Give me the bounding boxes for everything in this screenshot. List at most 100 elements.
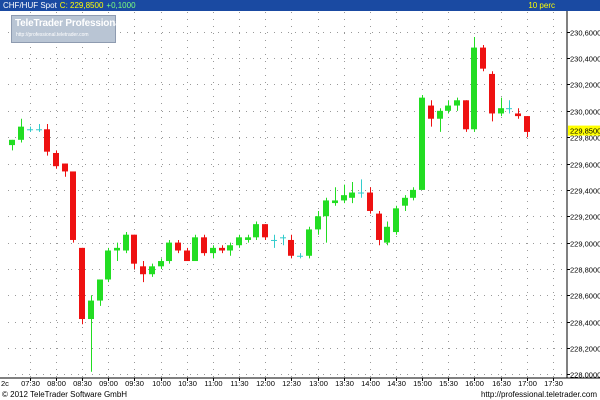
candle-body xyxy=(227,245,233,251)
y-tick-label: 228,8000 xyxy=(570,266,600,275)
x-tick-label: 14:30 xyxy=(387,379,406,388)
candle-body xyxy=(393,208,399,233)
candle-body xyxy=(105,250,111,280)
x-tick-label: 09:00 xyxy=(99,379,118,388)
x-tick-label: 16:30 xyxy=(492,379,511,388)
y-tick-label: 229,4000 xyxy=(570,187,600,196)
y-tick-label: 229,2000 xyxy=(570,213,600,222)
candle-body xyxy=(9,139,15,146)
x-tick-label: 13:00 xyxy=(309,379,328,388)
candle-body xyxy=(36,129,42,131)
y-tick-label: 228,6000 xyxy=(570,292,600,301)
candle-body xyxy=(428,105,434,119)
candle-body xyxy=(454,100,460,106)
candle-body xyxy=(288,239,294,256)
candle-layer xyxy=(9,37,530,372)
x-tick-label: 10:00 xyxy=(152,379,171,388)
candle-body xyxy=(79,247,85,320)
x-tick-label: 14:00 xyxy=(361,379,380,388)
candle-body xyxy=(402,197,408,206)
x-tick-label: 11:30 xyxy=(230,379,248,388)
candle-body xyxy=(114,247,120,251)
x-tick-label: 07:30 xyxy=(21,379,40,388)
x-tick-label: 08:30 xyxy=(73,379,92,388)
footer-url: http://professional.teletrader.com xyxy=(480,390,597,399)
candle-body xyxy=(445,105,451,111)
label-layer: 228,0000 228,2000 228,4000 228,6000 228,8000… xyxy=(1,29,600,388)
y-tick-label: 228,4000 xyxy=(570,319,600,328)
x-tick-label: 11:00 xyxy=(204,379,222,388)
candle-body xyxy=(140,266,146,275)
x-tick-label: 17:00 xyxy=(518,379,537,388)
teletrader-logo-watermark: TeleTrader Professional http://professio… xyxy=(11,15,123,43)
x-tick-label: 10:30 xyxy=(178,379,197,388)
candle-body xyxy=(192,237,198,262)
candle-body xyxy=(18,126,24,140)
candle-body xyxy=(175,242,181,251)
candle-body xyxy=(489,73,495,114)
copyright-text: © 2012 TeleTrader Software GmbH xyxy=(2,390,128,399)
candle-body xyxy=(70,171,76,240)
candle-body xyxy=(384,226,390,243)
y-tick-label: 230,4000 xyxy=(570,55,600,64)
y-tick-label: 230,2000 xyxy=(570,81,600,90)
candle-body xyxy=(149,266,155,275)
x-tick-label: 08:00 xyxy=(47,379,66,388)
chart-window: CHF/HUF Spot C: 229,8500 +0,1000 10 perc 2… xyxy=(0,0,600,400)
candle-body xyxy=(515,113,521,117)
x-tick-label: 15:30 xyxy=(439,379,458,388)
candle-body xyxy=(262,224,268,238)
y-tick-label: 229,0000 xyxy=(570,240,600,249)
last-price-label: 229,8500 xyxy=(570,127,600,136)
candle-body xyxy=(245,237,251,240)
x-tick-label: 17:30 xyxy=(544,379,563,388)
x-tick-label: 13:30 xyxy=(335,379,354,388)
candle-body xyxy=(219,247,225,251)
candle-body xyxy=(419,97,425,190)
candle-body xyxy=(323,200,329,217)
candlestick-chart: 228,0000 228,2000 228,4000 228,6000 228,8000… xyxy=(0,11,600,388)
y-tick-label: 228,2000 xyxy=(570,345,600,354)
candle-body xyxy=(471,47,477,130)
x-tick-label: 09:30 xyxy=(125,379,144,388)
candle-body xyxy=(184,250,190,262)
candle-body xyxy=(349,192,355,198)
chart-footer: © 2012 TeleTrader Software GmbH http://p… xyxy=(0,389,600,400)
candle-body xyxy=(376,213,382,240)
candle-body xyxy=(480,47,486,69)
candle-body xyxy=(498,108,504,114)
x-tick-label: 15:00 xyxy=(413,379,432,388)
candle-body xyxy=(506,108,512,110)
candle-body xyxy=(88,300,94,320)
watermark-url: http://professional.teletrader.com xyxy=(16,32,89,38)
candle-body xyxy=(131,234,137,264)
candle-body xyxy=(27,129,33,131)
candle-body xyxy=(297,255,303,257)
candle-body xyxy=(158,261,164,267)
candle-body xyxy=(210,247,216,254)
y-tick-label: 228,0000 xyxy=(570,371,600,380)
candle-body xyxy=(437,110,443,119)
candle-body xyxy=(341,195,347,201)
candle-body xyxy=(236,237,242,246)
candle-body xyxy=(271,239,277,241)
candle-body xyxy=(410,189,416,198)
y-tick-label: 230,0000 xyxy=(570,108,600,117)
x-axis-start-label: 2c xyxy=(1,379,9,388)
x-tick-label: 12:30 xyxy=(282,379,301,388)
y-tick-label: 229,6000 xyxy=(570,161,600,170)
candle-body xyxy=(280,237,286,239)
candle-body xyxy=(332,200,338,204)
y-tick-label: 230,6000 xyxy=(570,29,600,38)
candle-body xyxy=(44,129,50,152)
candle-body xyxy=(201,237,207,254)
candle-body xyxy=(463,100,469,130)
axis-layer xyxy=(0,11,600,381)
x-tick-label: 12:00 xyxy=(256,379,275,388)
candle-body xyxy=(524,116,530,132)
x-tick-label: 16:00 xyxy=(465,379,484,388)
candle-body xyxy=(53,152,59,167)
candle-body xyxy=(306,229,312,256)
candle-body xyxy=(123,234,129,251)
candle-body xyxy=(97,279,103,301)
